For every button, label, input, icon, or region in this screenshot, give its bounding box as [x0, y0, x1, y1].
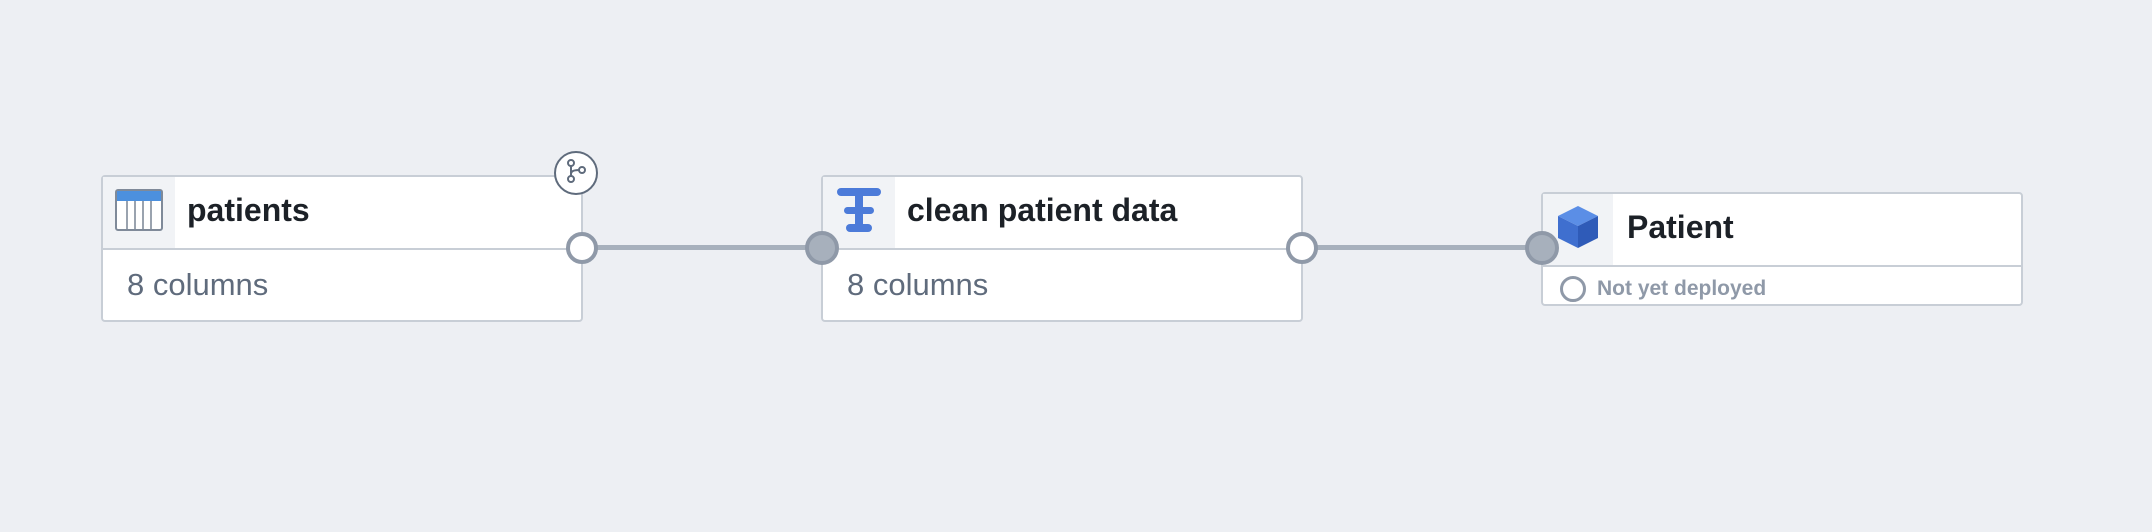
- edge-clean-to-patient: [1302, 245, 1542, 250]
- column-count: 8 columns: [127, 267, 269, 302]
- node-header: patients: [103, 177, 581, 250]
- deploy-status: Not yet deployed: [1597, 277, 1767, 300]
- input-port-clean-patient-data[interactable]: [805, 231, 839, 265]
- output-port-patients[interactable]: [566, 232, 598, 264]
- table-icon: [115, 189, 163, 236]
- node-title: clean patient data: [907, 192, 1178, 228]
- node-patients[interactable]: patients 8 columns: [101, 175, 583, 322]
- branch-icon: [564, 158, 588, 189]
- node-icon-box: [103, 177, 175, 248]
- node-patient-object[interactable]: Patient Not yet deployed: [1541, 192, 2023, 306]
- node-title: patients: [187, 192, 310, 228]
- cube-icon: [1556, 204, 1600, 255]
- input-port-patient-object[interactable]: [1525, 231, 1559, 265]
- node-clean-patient-data[interactable]: clean patient data 8 columns: [821, 175, 1303, 322]
- edge-patients-to-clean: [582, 245, 822, 250]
- deploy-status-icon: [1560, 276, 1586, 302]
- node-header: Patient: [1543, 194, 2021, 267]
- node-header: clean patient data: [823, 177, 1301, 250]
- output-port-clean-patient-data[interactable]: [1286, 232, 1318, 264]
- transform-icon: [836, 186, 882, 239]
- branch-button[interactable]: [554, 151, 598, 195]
- pipeline-canvas[interactable]: patients 8 columns clean patient data 8 …: [0, 0, 2152, 532]
- node-title: Patient: [1627, 209, 1734, 245]
- column-count: 8 columns: [847, 267, 989, 302]
